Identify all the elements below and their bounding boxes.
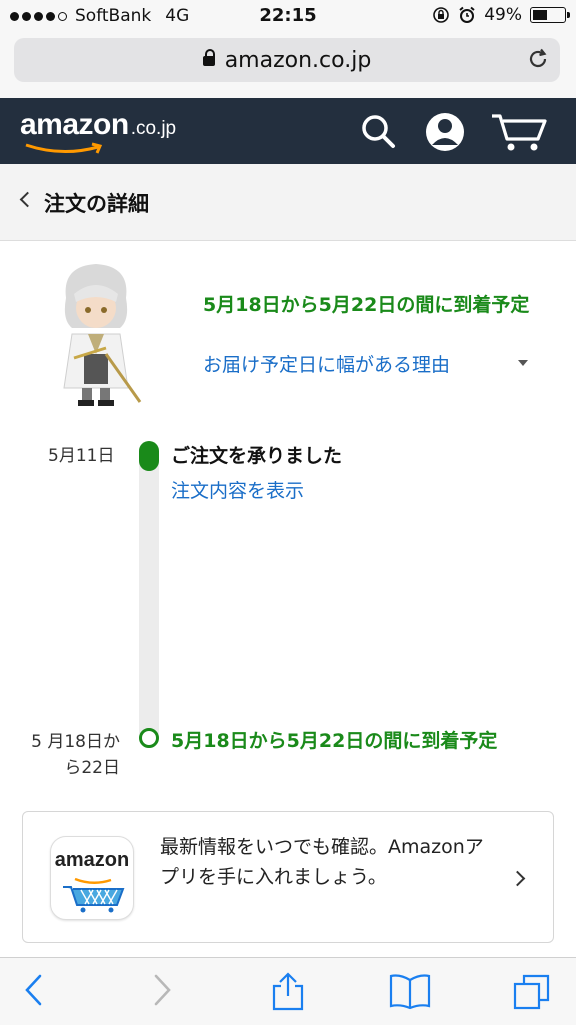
- delivery-range-reason-link[interactable]: お届け予定日に幅がある理由: [203, 350, 450, 377]
- dropdown-caret-icon[interactable]: [518, 360, 528, 366]
- timeline-step-pending-marker: [139, 728, 159, 748]
- amazon-header: amazon .co.jp: [0, 98, 576, 164]
- alarm-icon: [459, 6, 475, 23]
- page-title-bar[interactable]: 注文の詳細: [0, 164, 576, 241]
- status-bar: SoftBank 4G 22:15 49%: [0, 0, 576, 32]
- url-text: amazon.co.jp: [224, 48, 372, 73]
- battery-icon: [530, 7, 570, 23]
- arrival-estimate: 5月18日から5月22日の間に到着予定: [203, 294, 530, 316]
- battery-percent: 49%: [484, 5, 522, 25]
- chevron-right-icon: [509, 870, 526, 887]
- amazon-smile-icon: [25, 142, 103, 154]
- share-icon[interactable]: [270, 972, 306, 1012]
- app-promo-card[interactable]: amazon 最新情報をいつでも確認。Amazonアプリを手に入れましょう。: [22, 811, 554, 943]
- address-bar[interactable]: amazon.co.jp: [14, 38, 560, 82]
- view-order-details-link[interactable]: 注文内容を表示: [171, 476, 304, 503]
- browser-address-area: amazon.co.jp: [0, 32, 576, 98]
- amazon-app-icon: amazon: [50, 836, 134, 920]
- reload-icon[interactable]: [526, 47, 550, 71]
- timeline-status-arrival: 5月18日から5月22日の間に到着予定: [171, 730, 498, 752]
- back-icon[interactable]: [20, 972, 48, 1008]
- app-promo-text: 最新情報をいつでも確認。Amazonアプリを手に入れましょう。: [160, 836, 484, 888]
- cart-icon[interactable]: [490, 111, 550, 153]
- amazon-logo[interactable]: amazon .co.jp: [20, 108, 176, 154]
- page-title: 注文の詳細: [44, 192, 149, 216]
- lock-icon: [202, 49, 215, 66]
- timeline-date-ordered: 5月11日: [48, 446, 115, 466]
- browser-toolbar: [0, 957, 576, 1025]
- forward-icon[interactable]: [148, 972, 176, 1008]
- search-icon[interactable]: [358, 111, 398, 151]
- timeline-track: [139, 448, 159, 734]
- back-chevron-icon: [19, 191, 36, 208]
- timeline-status-ordered: ご注文を承りました: [171, 445, 343, 467]
- app-cart-icon: [63, 877, 125, 913]
- bookmarks-icon[interactable]: [388, 972, 432, 1010]
- product-image[interactable]: [44, 258, 148, 410]
- rotation-lock-icon: [433, 7, 450, 23]
- tabs-icon[interactable]: [512, 972, 552, 1012]
- timeline-step-complete-marker: [139, 441, 159, 471]
- timeline-date-arrival: 5 月18日から22日: [31, 732, 120, 778]
- account-icon[interactable]: [424, 111, 466, 153]
